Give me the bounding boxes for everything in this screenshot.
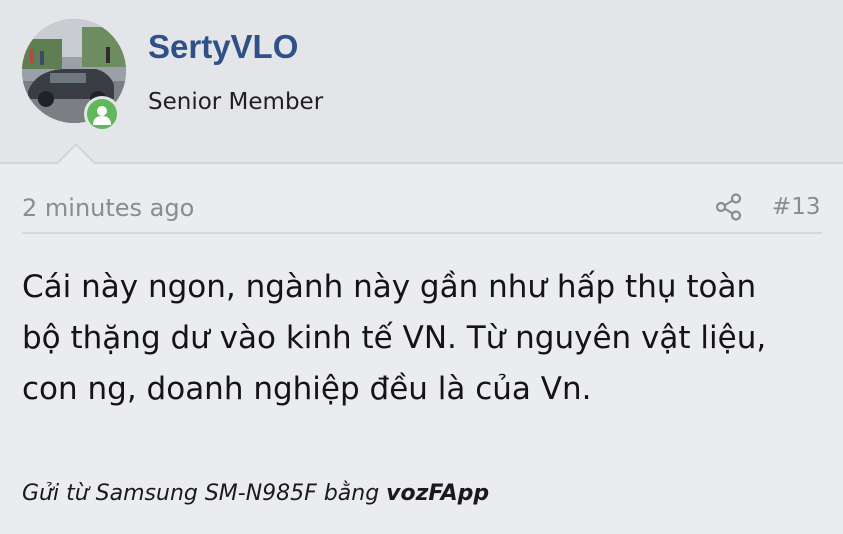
share-icon[interactable]: [715, 193, 743, 221]
post-body-line: bộ thặng dư vào kinh tế VN. Từ nguyên vậ…: [22, 320, 767, 356]
post-timestamp[interactable]: 2 minutes ago: [22, 194, 194, 222]
meta-divider: [22, 232, 822, 234]
signature-app-link[interactable]: vozFApp: [386, 481, 489, 506]
signature-prefix: Gửi từ Samsung SM-N985F bằng: [22, 481, 387, 506]
post-signature: Gửi từ Samsung SM-N985F bằng vozFApp: [22, 481, 489, 506]
post-author-header: [0, 0, 843, 164]
header-pointer-arrow-fill: [58, 146, 94, 164]
author-username[interactable]: SertyVLO: [148, 28, 298, 66]
post-body-line: Cái này ngon, ngành này gần như hấp thụ …: [22, 269, 757, 305]
post-number-link[interactable]: #13: [772, 194, 821, 220]
author-user-title: Senior Member: [148, 89, 324, 115]
user-online-icon: [84, 96, 120, 132]
post-body: Cái này ngon, ngành này gần như hấp thụ …: [22, 262, 827, 415]
post-body-line: con ng, doanh nghiệp đều là của Vn.: [22, 371, 592, 407]
